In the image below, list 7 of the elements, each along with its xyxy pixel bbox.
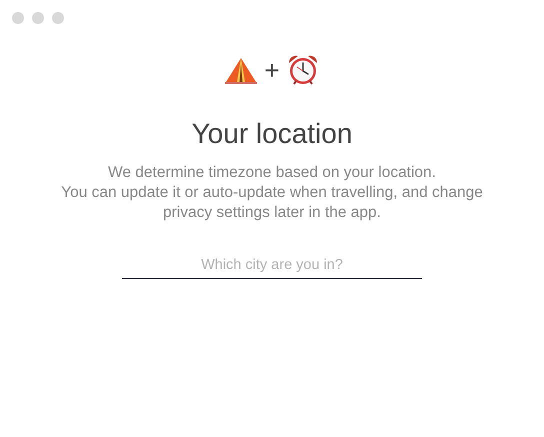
description: We determine timezone based on your location. You can update it or auto-update when travelling, and change privacy settings later in the app. [60, 163, 484, 223]
plus-sign: + [264, 57, 280, 83]
city-field[interactable]: Which city are you in? [122, 257, 422, 279]
title: Your location [190, 117, 354, 151]
window-close-button[interactable] [12, 12, 24, 24]
window-minimize-button[interactable] [32, 12, 44, 24]
window-zoom-button[interactable] [52, 12, 64, 24]
